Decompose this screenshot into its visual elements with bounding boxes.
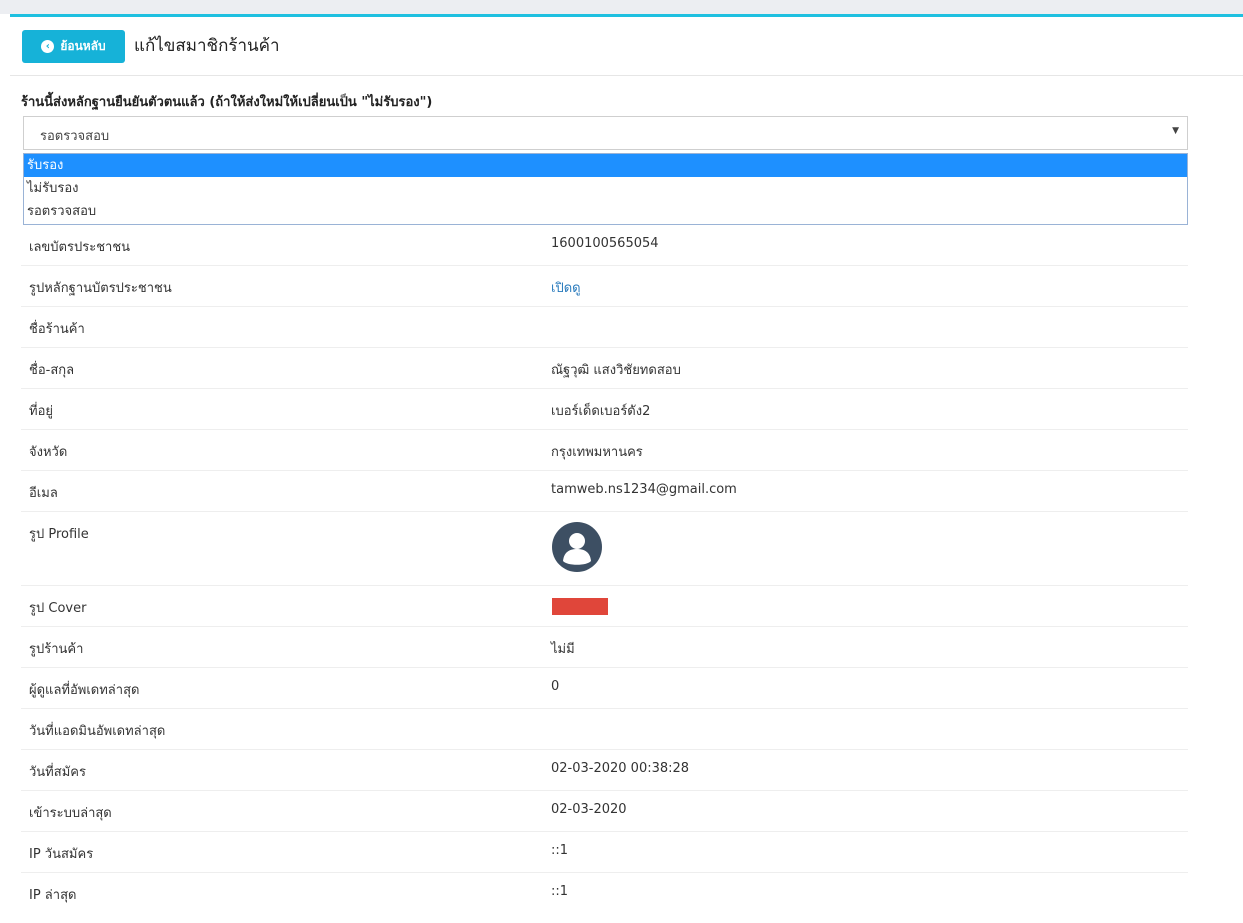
option-pending[interactable]: รอตรวจสอบ [24,200,1187,223]
field-value: กรุงเทพมหานคร [551,445,643,460]
verification-selected-value: รอตรวจสอบ [40,129,110,144]
detail-row: วันที่แอดมินอัพเดทล่าสุด [21,708,1188,749]
field-value: เบอร์เด็ดเบอร์ดัง2 [551,404,651,419]
option-reject[interactable]: ไม่รับรอง [24,177,1187,200]
field-label: ผู้ดูแลที่อัพเดทล่าสุด [29,683,140,698]
user-avatar-icon [552,522,602,572]
field-label: ที่อยู่ [29,404,53,419]
field-value: ::1 [551,884,569,899]
field-value: ::1 [551,843,569,858]
detail-row: อีเมล tamweb.ns1234@gmail.com [21,470,1188,511]
edit-member-panel: ‹ ย้อนหลับ แก้ไขสมาชิกร้านค้า ร้านนี้ส่ง… [10,14,1243,923]
chevron-left-circle-icon: ‹ [41,40,55,53]
detail-row: เลขบัตรประชาชน 1600100565054 [21,225,1188,265]
field-label: IP วันสมัคร [29,847,94,862]
field-label: เข้าระบบล่าสุด [29,806,112,821]
verification-dropdown: รับรอง ไม่รับรอง รอตรวจสอบ [23,153,1188,225]
detail-row: รูป Profile [21,511,1188,585]
detail-row: เข้าระบบล่าสุด 02-03-2020 [21,790,1188,831]
field-value: 02-03-2020 [551,802,627,817]
back-button[interactable]: ‹ ย้อนหลับ [22,30,125,63]
field-label: เลขบัตรประชาชน [29,240,131,255]
field-value: tamweb.ns1234@gmail.com [551,482,737,497]
panel-header: ‹ ย้อนหลับ แก้ไขสมาชิกร้านค้า [10,17,1243,76]
detail-row: วันที่สมัคร 02-03-2020 00:38:28 [21,749,1188,790]
caret-down-icon: ▼ [1172,126,1179,136]
view-id-card-link[interactable]: เปิดดู [551,277,581,298]
detail-row: ที่อยู่ เบอร์เด็ดเบอร์ดัง2 [21,388,1188,429]
field-value: ณัฐวุฒิ แสงวิชัยทดสอบ [551,363,681,378]
detail-row: IP ล่าสุด ::1 [21,872,1188,913]
detail-row: ชื่อ-สกุล ณัฐวุฒิ แสงวิชัยทดสอบ [21,347,1188,388]
back-button-label: ย้อนหลับ [60,39,106,53]
detail-row: ชื่อร้านค้า [21,306,1188,347]
member-details: เลขบัตรประชาชน 1600100565054 รูปหลักฐานบ… [21,225,1188,913]
field-label: รูป Profile [29,527,89,542]
top-bar [0,0,1243,14]
detail-row: รูปหลักฐานบัตรประชาชน เปิดดู [21,265,1188,306]
field-label: วันที่สมัคร [29,765,86,780]
field-label: รูปร้านค้า [29,642,84,657]
field-value: ไม่มี [551,642,575,657]
verification-label: ร้านนี้ส่งหลักฐานยืนยันตัวตนแล้ว (ถ้าให้… [21,95,433,110]
page-title: แก้ไขสมาชิกร้านค้า [134,36,280,56]
field-label: อีเมล [29,486,58,501]
field-value: 0 [551,679,560,694]
field-value: 1600100565054 [551,236,659,251]
option-approve[interactable]: รับรอง [24,154,1187,177]
field-label: วันที่แอดมินอัพเดทล่าสุด [29,724,166,739]
detail-row: ผู้ดูแลที่อัพเดทล่าสุด 0 [21,667,1188,708]
cover-image[interactable] [552,598,608,615]
field-label: IP ล่าสุด [29,888,77,903]
field-label: รูป Cover [29,601,87,616]
detail-row: รูปร้านค้า ไม่มี [21,626,1188,667]
field-label: ชื่อ-สกุล [29,363,75,378]
field-label: รูปหลักฐานบัตรประชาชน [29,281,172,296]
detail-row: จังหวัด กรุงเทพมหานคร [21,429,1188,470]
detail-row: IP วันสมัคร ::1 [21,831,1188,872]
field-label: จังหวัด [29,445,68,460]
detail-row: รูป Cover [21,585,1188,626]
verification-select[interactable]: รอตรวจสอบ ▼ [23,116,1188,150]
field-label: ชื่อร้านค้า [29,322,85,337]
field-value: 02-03-2020 00:38:28 [551,761,690,776]
